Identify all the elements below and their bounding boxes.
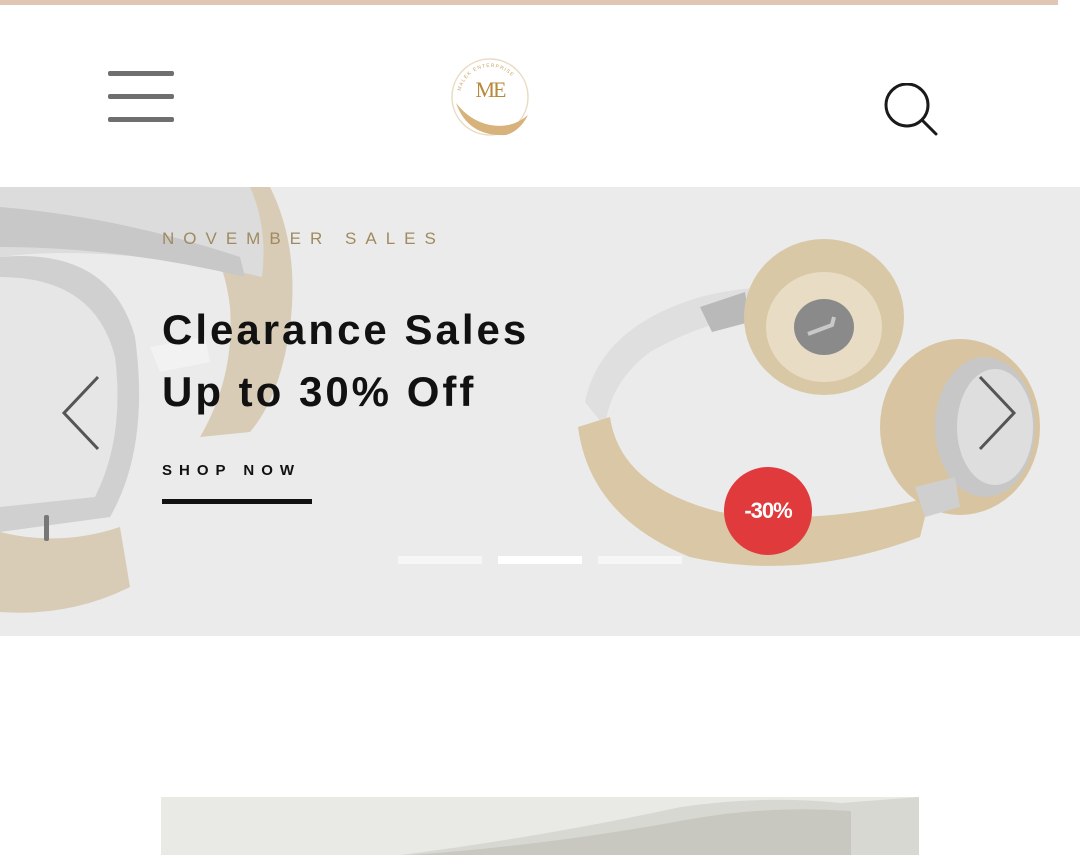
site-header: MALEK ENTERPRISE ME	[0, 5, 1080, 187]
hero-headline: Clearance Sales Up to 30% Off	[162, 299, 529, 423]
search-icon	[884, 82, 938, 136]
site-logo[interactable]: MALEK ENTERPRISE ME	[448, 55, 532, 139]
hero-eyebrow: NOVEMBER SALES	[162, 229, 445, 248]
hero-slider: NOVEMBER SALES Clearance Sales Up to 30%…	[0, 187, 1080, 636]
chevron-left-icon	[61, 375, 100, 451]
slider-prev-button[interactable]	[56, 373, 104, 453]
featured-product-image[interactable]	[161, 797, 919, 855]
hero-headline-line1: Clearance Sales	[162, 306, 530, 353]
search-button[interactable]	[882, 82, 940, 141]
slider-dot-2[interactable]	[498, 556, 582, 564]
chevron-right-icon	[978, 375, 1017, 451]
hero-headline-line2: Up to 30% Off	[162, 368, 477, 415]
slider-pagination	[398, 556, 682, 564]
menu-button[interactable]	[106, 69, 176, 125]
product-image-art	[401, 797, 919, 855]
discount-badge: -30%	[724, 467, 812, 555]
slider-dot-1[interactable]	[398, 556, 482, 564]
slider-next-button[interactable]	[974, 373, 1022, 453]
slider-dot-3[interactable]	[598, 556, 682, 564]
logo-letters: ME	[475, 77, 507, 102]
hamburger-icon	[108, 71, 174, 76]
shop-now-button[interactable]: SHOP NOW	[162, 462, 312, 504]
